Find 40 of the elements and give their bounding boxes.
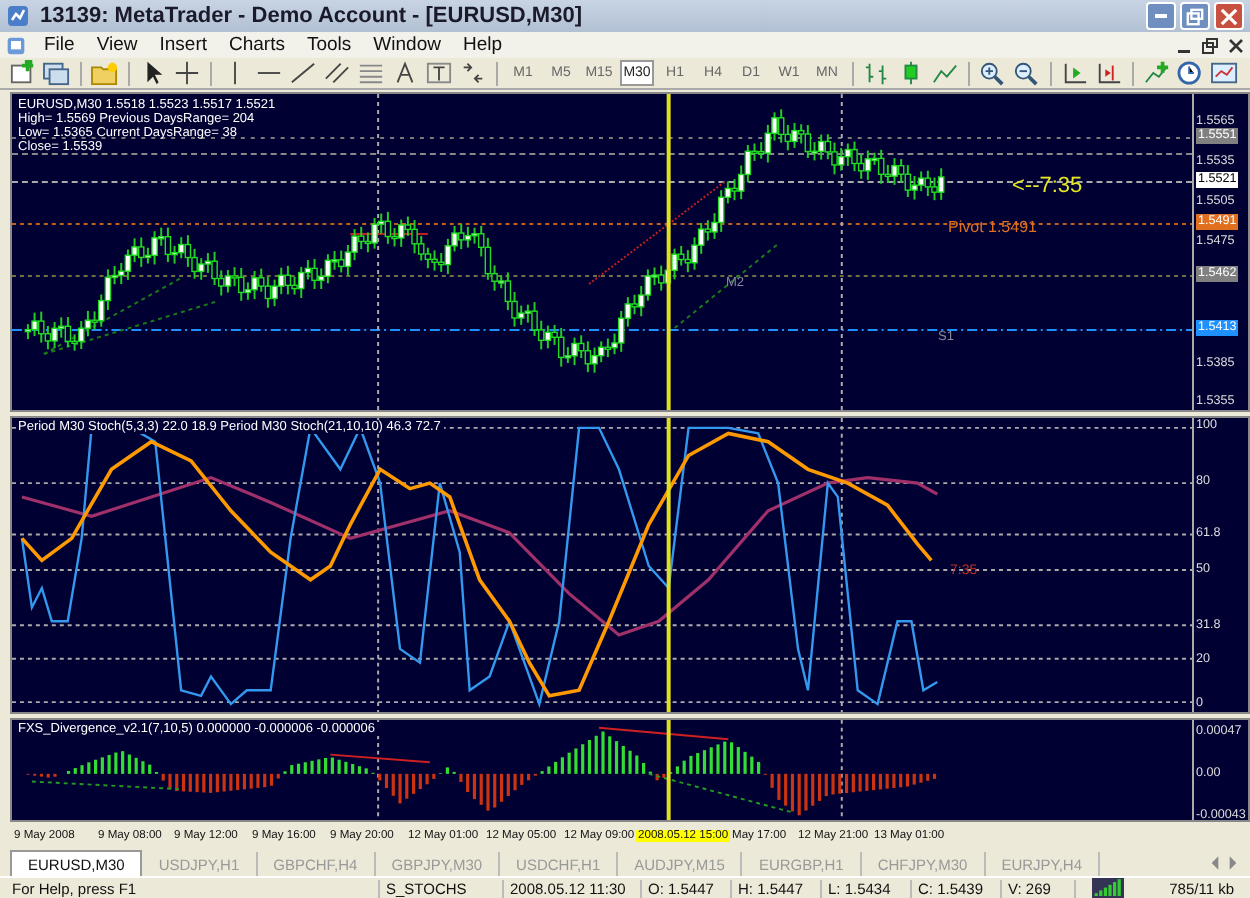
menu-item[interactable]: Charts <box>219 34 295 57</box>
menu-item[interactable]: File <box>34 34 85 57</box>
autoscroll-icon[interactable] <box>1060 60 1090 87</box>
menu-item[interactable]: Window <box>363 34 451 57</box>
folder-star-icon[interactable] <box>90 60 120 87</box>
scroll-right-icon[interactable] <box>1228 856 1238 870</box>
text-label-icon[interactable] <box>424 60 454 87</box>
grid-line <box>840 720 843 821</box>
app-icon <box>6 4 30 29</box>
scroll-left-icon[interactable] <box>1210 856 1220 870</box>
trend-line <box>349 233 429 236</box>
menu-item[interactable]: Help <box>452 34 513 57</box>
menu-item[interactable]: Tools <box>296 34 362 57</box>
zoom-in-icon[interactable] <box>978 60 1008 87</box>
new-chart-icon[interactable] <box>8 60 38 87</box>
chart-shift-icon[interactable] <box>1094 60 1124 87</box>
connection-bars-icon <box>1092 878 1124 898</box>
profiles-icon[interactable] <box>42 60 72 87</box>
trendline-icon[interactable] <box>288 60 318 87</box>
minimize-icon <box>1154 14 1168 19</box>
close-button[interactable] <box>1214 2 1244 31</box>
bar-chart-icon[interactable] <box>862 60 892 87</box>
countdown-label: <--7:35 <box>1012 174 1083 199</box>
zoom-out-icon[interactable] <box>1012 60 1042 87</box>
window-title: 13139: MetaTrader - Demo Account - [EURUSD,M30] <box>40 4 582 29</box>
arrows-icon[interactable] <box>458 60 488 87</box>
indicators-icon[interactable] <box>1142 60 1172 87</box>
crosshair-icon[interactable] <box>172 60 202 87</box>
menu-item[interactable]: Insert <box>149 34 217 57</box>
trend-line <box>588 181 726 286</box>
pivot-label: Pivot 1.5491 <box>948 218 1037 237</box>
document-icon <box>6 35 26 56</box>
close-icon[interactable] <box>1228 37 1244 54</box>
grid-line <box>377 720 380 821</box>
templates-icon[interactable] <box>1210 60 1240 87</box>
menu-item[interactable]: View <box>86 34 148 57</box>
close-icon <box>1220 7 1238 26</box>
cursor-line <box>666 720 671 821</box>
line-chart-icon[interactable] <box>930 60 960 87</box>
clock-icon[interactable] <box>1176 60 1206 87</box>
